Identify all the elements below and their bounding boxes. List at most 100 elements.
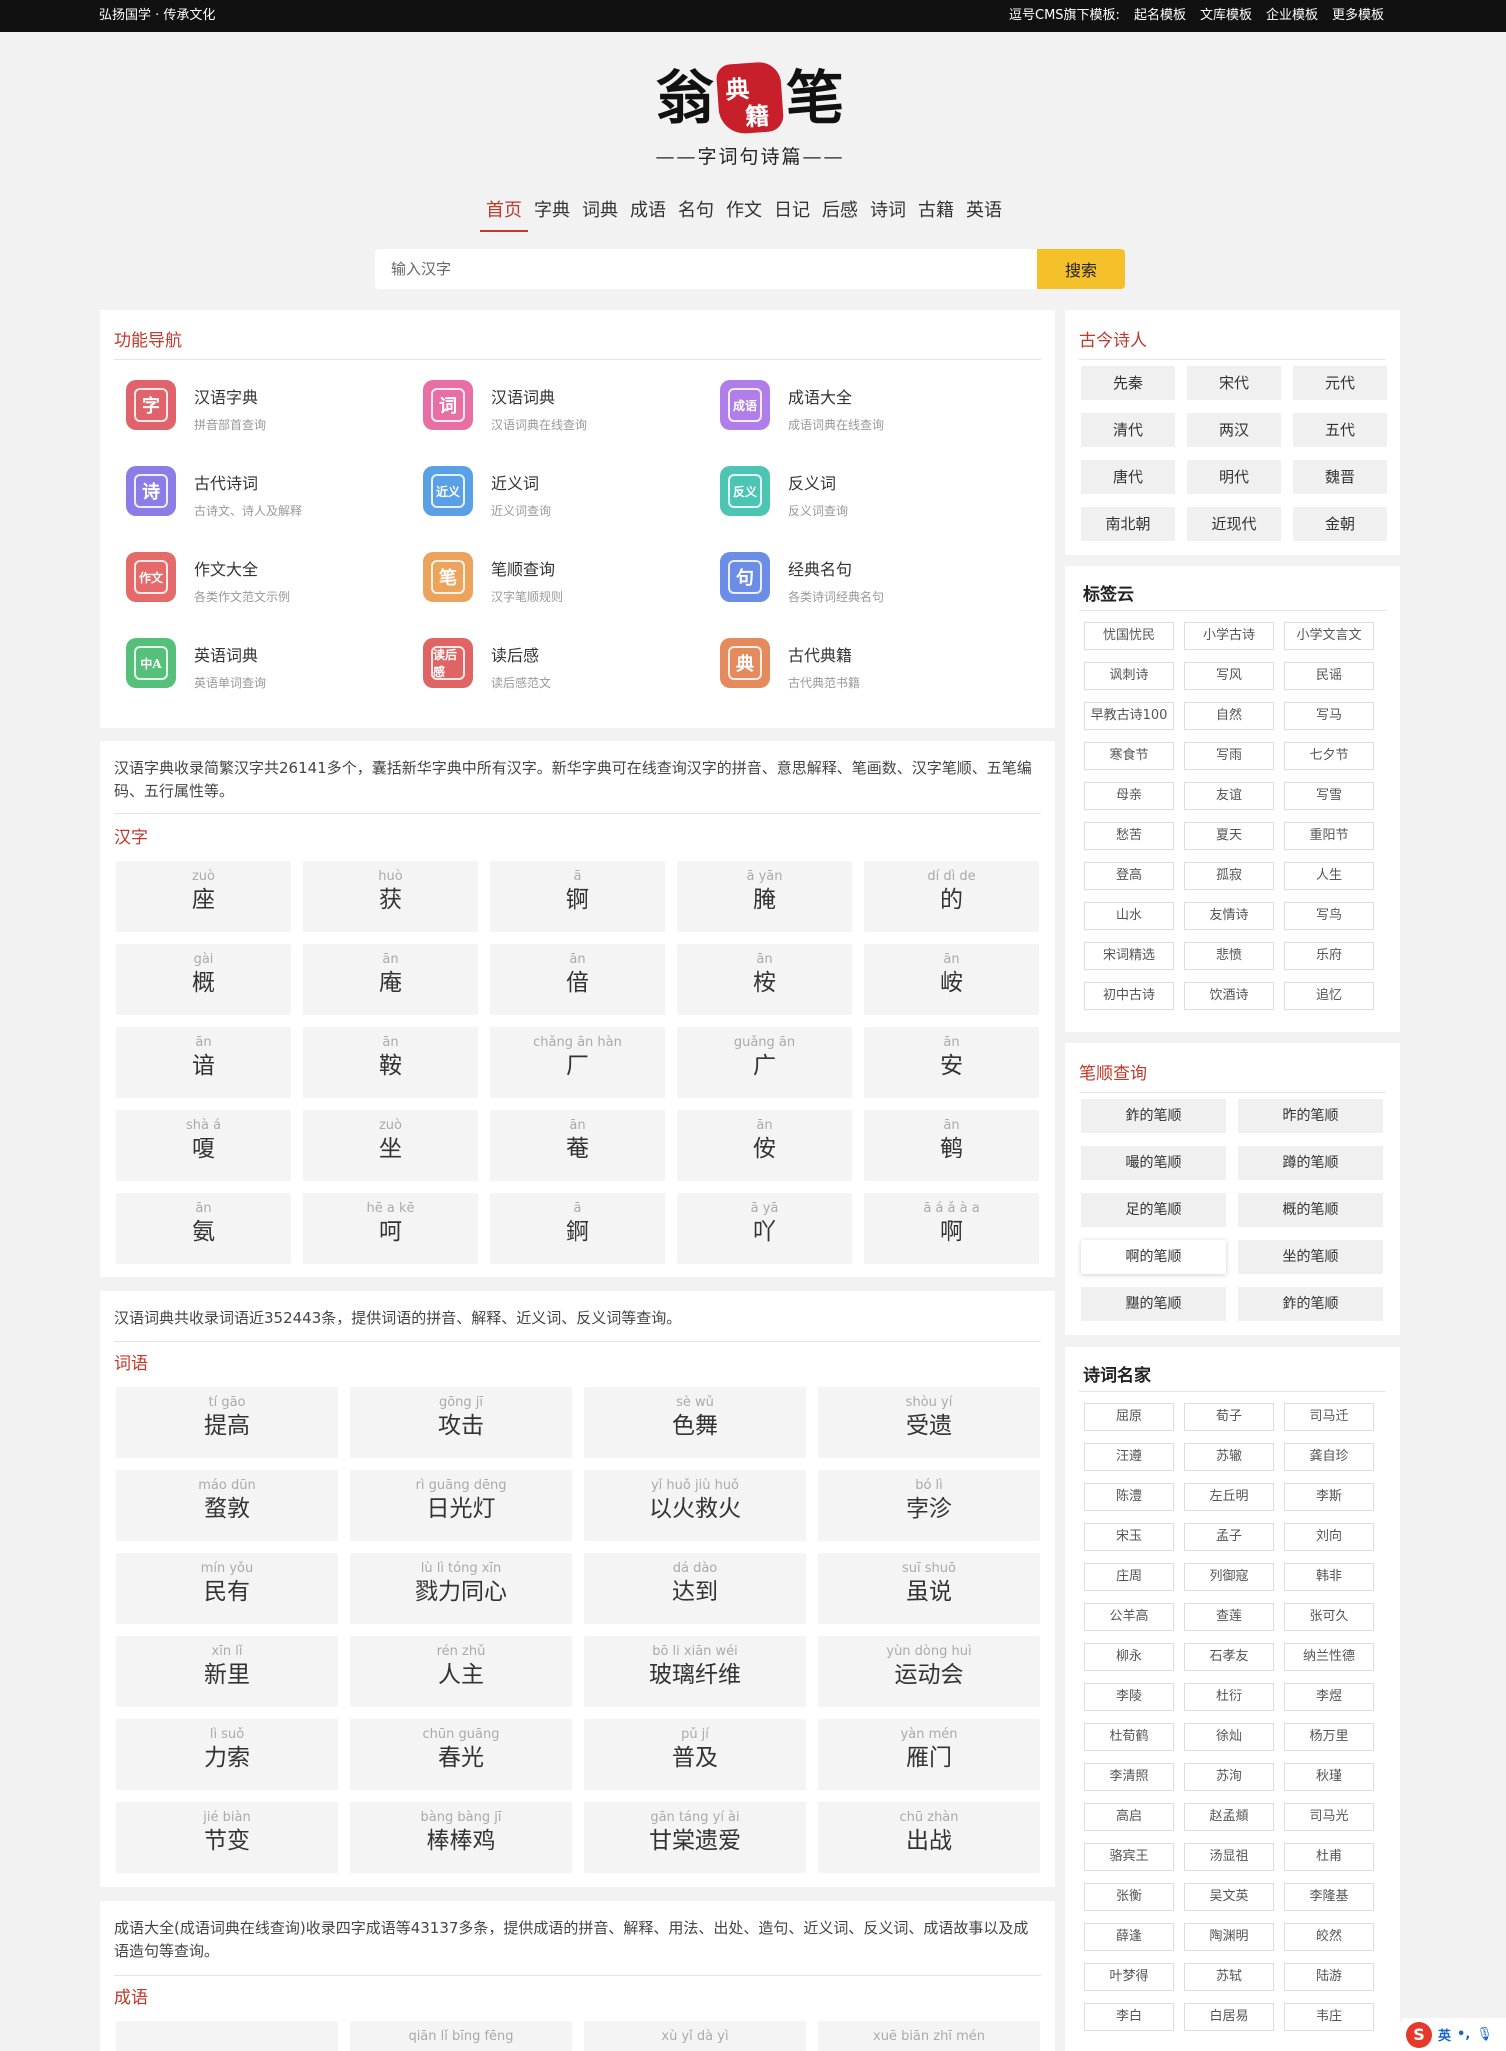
hanzi-entry[interactable]: ān 偣 xyxy=(490,944,665,1015)
poet-link[interactable]: 杜甫 xyxy=(1284,1843,1374,1871)
hanzi-entry[interactable]: zuò 座 xyxy=(116,861,291,932)
poet-link[interactable]: 韦庄 xyxy=(1284,2003,1374,2031)
poet-link[interactable]: 石孝友 xyxy=(1184,1643,1274,1671)
poet-link[interactable]: 庄周 xyxy=(1084,1563,1174,1591)
feature-item[interactable]: 词汉语词典 汉语词典在线查询 xyxy=(423,380,720,466)
stroke-link[interactable]: 啊的笔顺 xyxy=(1081,1240,1226,1274)
nav-item-1[interactable]: 字典 xyxy=(528,198,576,232)
tag-link[interactable]: 山水 xyxy=(1084,902,1174,930)
poet-link[interactable]: 孟子 xyxy=(1184,1523,1274,1551)
nav-item-0[interactable]: 首页 xyxy=(480,198,528,232)
hanzi-entry[interactable]: ān 安 xyxy=(864,1027,1039,1098)
feature-item[interactable]: 诗古代诗词 古诗文、诗人及解释 xyxy=(126,466,423,552)
stroke-link[interactable]: 昨的笔顺 xyxy=(1238,1099,1383,1133)
ciyu-entry[interactable]: bàng bàng jī 棒棒鸡 xyxy=(350,1802,572,1873)
search-button[interactable]: 搜索 xyxy=(1037,249,1125,289)
poet-link[interactable]: 纳兰性德 xyxy=(1284,1643,1374,1671)
stroke-link[interactable]: 鈼的笔顺 xyxy=(1238,1287,1383,1321)
tag-link[interactable]: 自然 xyxy=(1184,702,1274,730)
chengyu-entry[interactable]: xù yǐ dà yì xyxy=(584,2021,806,2051)
poet-link[interactable]: 李清照 xyxy=(1084,1763,1174,1791)
ime-lang-toggle[interactable]: 英 xyxy=(1438,2025,1451,2044)
hanzi-entry[interactable]: ā yā 吖 xyxy=(677,1193,852,1264)
feature-item[interactable]: 句经典名句 各类诗词经典名句 xyxy=(720,552,1017,638)
link-more-templates[interactable]: 更多模板 xyxy=(1332,0,1384,32)
ciyu-entry[interactable]: rén zhǔ 人主 xyxy=(350,1636,572,1707)
poet-link[interactable]: 杜衍 xyxy=(1184,1683,1274,1711)
stroke-link[interactable]: 黮的笔顺 xyxy=(1081,1287,1226,1321)
stroke-link[interactable]: 概的笔顺 xyxy=(1238,1193,1383,1227)
feature-item[interactable]: 读后感 读后感 读后感范文 xyxy=(423,638,720,724)
era-button[interactable]: 明代 xyxy=(1187,460,1281,494)
feature-item[interactable]: 近义 近义词 近义词查询 xyxy=(423,466,720,552)
hanzi-entry[interactable]: ā yān 腌 xyxy=(677,861,852,932)
feature-item[interactable]: 作文 作文大全 各类作文范文示例 xyxy=(126,552,423,638)
feature-item[interactable]: 字汉语字典 拼音部首查询 xyxy=(126,380,423,466)
nav-item-5[interactable]: 作文 xyxy=(720,198,768,232)
ime-toolbar[interactable]: S 英 •, 🎙 xyxy=(1400,2018,1506,2051)
poet-link[interactable]: 秋瑾 xyxy=(1284,1763,1374,1791)
feature-item[interactable]: 笔笔顺查询 汉字笔顺规则 xyxy=(423,552,720,638)
tag-link[interactable]: 写马 xyxy=(1284,702,1374,730)
link-enterprise-template[interactable]: 企业模板 xyxy=(1266,0,1318,32)
tag-link[interactable]: 重阳节 xyxy=(1284,822,1374,850)
tag-link[interactable]: 追忆 xyxy=(1284,982,1374,1010)
tag-link[interactable]: 小学古诗 xyxy=(1184,622,1274,650)
hanzi-entry[interactable]: ān 鞍 xyxy=(303,1027,478,1098)
poet-link[interactable]: 司马光 xyxy=(1284,1803,1374,1831)
poet-link[interactable]: 李煜 xyxy=(1284,1683,1374,1711)
tag-link[interactable]: 七夕节 xyxy=(1284,742,1374,770)
ciyu-entry[interactable]: suī shuō 虽说 xyxy=(818,1553,1040,1624)
poet-link[interactable]: 苏轼 xyxy=(1184,1963,1274,1991)
ciyu-entry[interactable]: tí gāo 提高 xyxy=(116,1387,338,1458)
poet-link[interactable]: 汤显祖 xyxy=(1184,1843,1274,1871)
nav-item-3[interactable]: 成语 xyxy=(624,198,672,232)
era-button[interactable]: 魏晋 xyxy=(1293,460,1387,494)
poet-link[interactable]: 左丘明 xyxy=(1184,1483,1274,1511)
ciyu-entry[interactable]: pǔ jí 普及 xyxy=(584,1719,806,1790)
era-button[interactable]: 两汉 xyxy=(1187,413,1281,447)
nav-item-4[interactable]: 名句 xyxy=(672,198,720,232)
poet-link[interactable]: 张可久 xyxy=(1284,1603,1374,1631)
poet-link[interactable]: 陈澧 xyxy=(1084,1483,1174,1511)
tag-link[interactable]: 友情诗 xyxy=(1184,902,1274,930)
stroke-link[interactable]: 鈼的笔顺 xyxy=(1081,1099,1226,1133)
tag-link[interactable]: 夏天 xyxy=(1184,822,1274,850)
nav-item-7[interactable]: 后感 xyxy=(816,198,864,232)
ciyu-entry[interactable]: máo dūn 蝥敦 xyxy=(116,1470,338,1541)
tag-link[interactable]: 乐府 xyxy=(1284,942,1374,970)
stroke-link[interactable]: 足的笔顺 xyxy=(1081,1193,1226,1227)
era-button[interactable]: 清代 xyxy=(1081,413,1175,447)
ciyu-entry[interactable]: sè wǔ 色舞 xyxy=(584,1387,806,1458)
hanzi-entry[interactable]: ān 氨 xyxy=(116,1193,291,1264)
hanzi-entry[interactable]: ān 桉 xyxy=(677,944,852,1015)
tag-link[interactable]: 登高 xyxy=(1084,862,1174,890)
tag-link[interactable]: 寒食节 xyxy=(1084,742,1174,770)
ciyu-entry[interactable]: lù lì tóng xīn 戮力同心 xyxy=(350,1553,572,1624)
hanzi-entry[interactable]: ān 侒 xyxy=(677,1110,852,1181)
poet-link[interactable]: 高启 xyxy=(1084,1803,1174,1831)
poet-link[interactable]: 陆游 xyxy=(1284,1963,1374,1991)
tag-link[interactable]: 孤寂 xyxy=(1184,862,1274,890)
hanzi-entry[interactable]: guǎng ān 广 xyxy=(677,1027,852,1098)
poet-link[interactable]: 叶梦得 xyxy=(1084,1963,1174,1991)
tag-link[interactable]: 早教古诗100 xyxy=(1084,702,1174,730)
ciyu-entry[interactable]: xīn lǐ 新里 xyxy=(116,1636,338,1707)
ciyu-entry[interactable]: chūn guāng 春光 xyxy=(350,1719,572,1790)
tag-link[interactable]: 人生 xyxy=(1284,862,1374,890)
ciyu-entry[interactable]: yùn dòng huì 运动会 xyxy=(818,1636,1040,1707)
poet-link[interactable]: 公羊高 xyxy=(1084,1603,1174,1631)
tag-link[interactable]: 母亲 xyxy=(1084,782,1174,810)
hanzi-entry[interactable]: shà á 嗄 xyxy=(116,1110,291,1181)
poet-link[interactable]: 荀子 xyxy=(1184,1403,1274,1431)
hanzi-entry[interactable]: zuò 坐 xyxy=(303,1110,478,1181)
ciyu-entry[interactable]: chū zhàn 出战 xyxy=(818,1802,1040,1873)
tag-link[interactable]: 写风 xyxy=(1184,662,1274,690)
poet-link[interactable]: 苏洵 xyxy=(1184,1763,1274,1791)
poet-link[interactable]: 汪遵 xyxy=(1084,1443,1174,1471)
poet-link[interactable]: 宋玉 xyxy=(1084,1523,1174,1551)
stroke-link[interactable]: 蹲的笔顺 xyxy=(1238,1146,1383,1180)
poet-link[interactable]: 杨万里 xyxy=(1284,1723,1374,1751)
stroke-link[interactable]: 坐的笔顺 xyxy=(1238,1240,1383,1274)
hanzi-entry[interactable]: gài 概 xyxy=(116,944,291,1015)
